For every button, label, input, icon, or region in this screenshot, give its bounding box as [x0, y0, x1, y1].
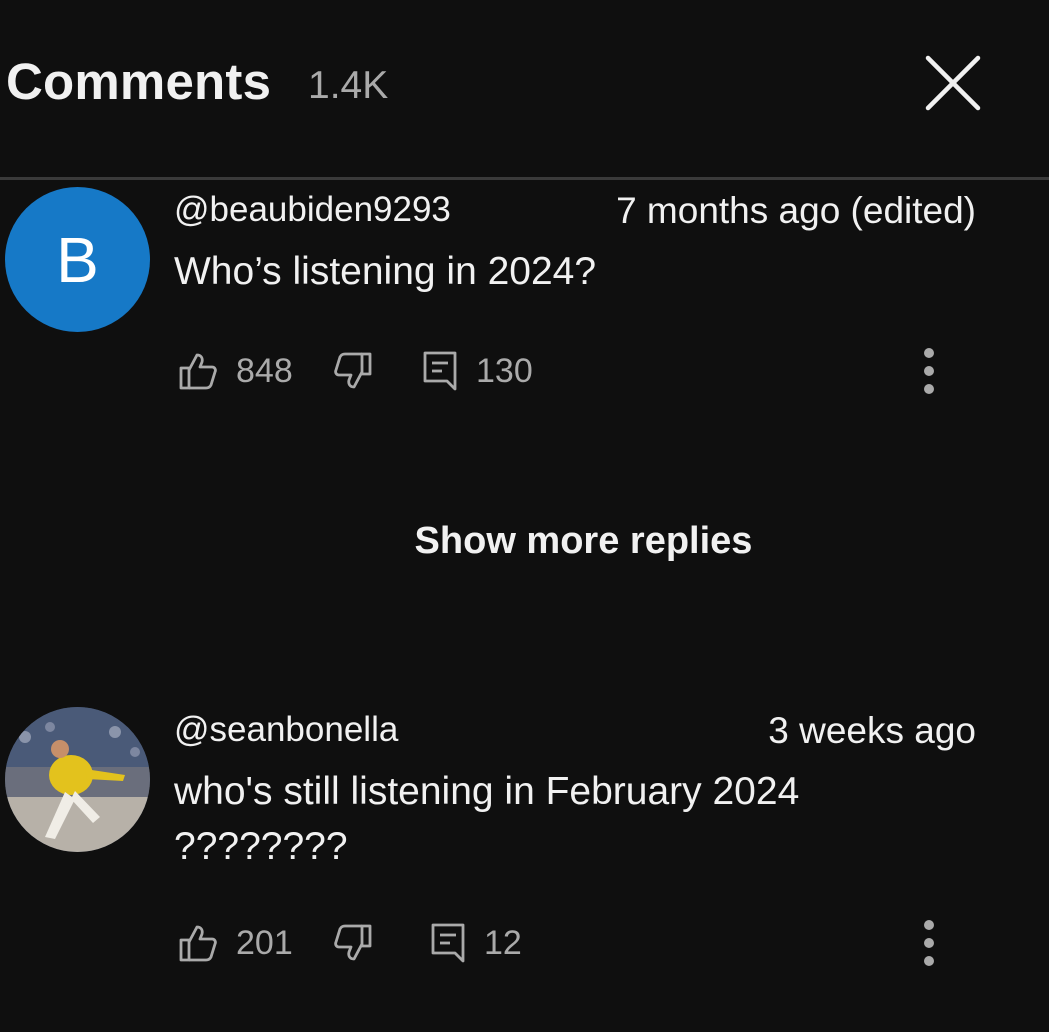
comment-text: Who’s listening in 2024? — [174, 250, 597, 293]
reply-button[interactable]: 12 — [430, 918, 522, 968]
avatar-letter: B — [56, 223, 99, 296]
more-options-button[interactable] — [914, 341, 944, 401]
more-options-button[interactable] — [914, 913, 944, 973]
like-count: 848 — [236, 351, 293, 390]
comments-title: Comments — [6, 53, 272, 110]
comment-author[interactable]: @seanbonella — [174, 710, 398, 750]
show-more-replies-button[interactable]: Show more replies — [0, 520, 1049, 563]
comment-time: 3 weeks ago — [768, 710, 976, 751]
comment-icon — [431, 923, 465, 963]
thumbs-up-icon — [179, 353, 217, 390]
like-count: 201 — [236, 923, 293, 962]
avatar[interactable]: B — [5, 187, 150, 332]
reply-button[interactable]: 130 — [422, 346, 533, 396]
thumbs-up-icon — [179, 925, 217, 962]
reply-count: 12 — [484, 923, 522, 962]
comment-text: who's still listening in February 2024 ?… — [174, 770, 800, 868]
thumbs-down-icon — [334, 924, 372, 961]
like-button[interactable]: 848 — [178, 346, 293, 396]
dislike-button[interactable] — [333, 918, 373, 968]
comments-header: Comments 1.4K — [0, 0, 1049, 178]
like-button[interactable]: 201 — [178, 918, 293, 968]
avatar-image — [5, 707, 150, 852]
close-button[interactable] — [920, 50, 986, 116]
avatar[interactable] — [5, 707, 150, 852]
close-icon — [925, 55, 981, 111]
reply-count: 130 — [476, 351, 533, 390]
more-vert-icon — [924, 348, 934, 394]
comment-author[interactable]: @beaubiden9293 — [174, 190, 451, 230]
comment-time: 7 months ago (edited) — [616, 190, 976, 231]
more-vert-icon — [924, 920, 934, 966]
header-divider — [0, 177, 1049, 180]
thumbs-down-icon — [334, 352, 372, 389]
dislike-button[interactable] — [333, 346, 373, 396]
comment-icon — [423, 351, 457, 391]
comments-count: 1.4K — [308, 64, 389, 107]
